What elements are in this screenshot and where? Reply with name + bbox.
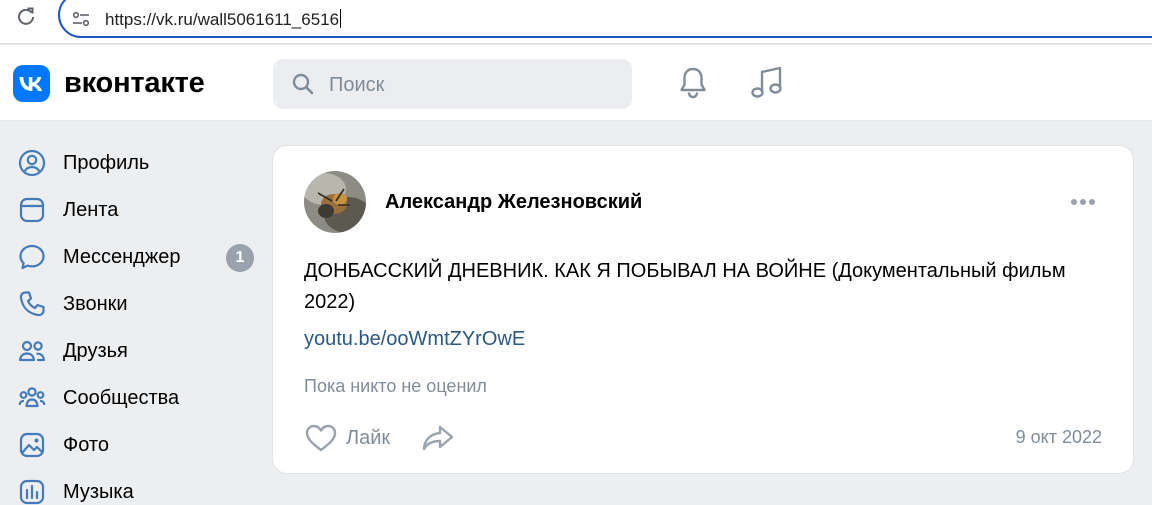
site-info-icon[interactable] [70, 8, 92, 30]
sidebar-item-label: Фото [63, 434, 109, 456]
post-date[interactable]: 9 окт 2022 [1016, 427, 1102, 448]
profile-icon [18, 149, 46, 177]
vk-logo[interactable]: вконтакте [13, 65, 205, 102]
feed-icon [19, 197, 45, 223]
post-text: ДОНБАССКИЙ ДНЕВНИК. КАК Я ПОБЫВАЛ НА ВОЙ… [304, 260, 1066, 313]
search-icon [292, 73, 314, 95]
sidebar-item-label: Звонки [63, 293, 128, 315]
brand-name: вконтакте [64, 67, 205, 99]
search-input[interactable]: Поиск [273, 59, 632, 109]
post-link[interactable]: youtu.be/ooWmtZYrOwE [304, 328, 525, 351]
wall-post: Александр Железновский ДОНБАССКИЙ ДНЕВНИ… [273, 146, 1133, 473]
music-icon [19, 479, 45, 505]
like-button[interactable]: Лайк [304, 421, 390, 455]
sidebar-item-messenger[interactable]: Мессенджер 1 [0, 236, 265, 276]
sidebar-item-label: Музыка [63, 481, 134, 503]
notifications-bell-icon[interactable] [677, 66, 709, 100]
unread-badge: 1 [226, 244, 254, 272]
post-author-name[interactable]: Александр Железновский [385, 191, 642, 214]
reactions-summary: Пока никто не оценил [304, 376, 487, 396]
address-bar[interactable]: https://vk.ru/wall5061611_6516 [58, 0, 1152, 38]
share-button[interactable] [421, 421, 457, 455]
search-placeholder: Поиск [329, 74, 385, 96]
heart-icon [305, 424, 337, 452]
share-icon [422, 425, 454, 451]
sidebar-item-music[interactable]: Музыка [0, 471, 265, 505]
sidebar-item-photo[interactable]: Фото [0, 424, 265, 464]
browser-toolbar: https://vk.ru/wall5061611_6516 [0, 0, 1152, 44]
sidebar-item-label: Сообщества [63, 387, 180, 409]
music-player-icon[interactable] [749, 65, 785, 101]
more-options-icon[interactable] [1068, 191, 1098, 213]
sidebar-item-friends[interactable]: Друзья [0, 330, 265, 370]
vk-logo-icon [13, 65, 50, 102]
like-label: Лайк [346, 426, 391, 449]
url-text[interactable]: https://vk.ru/wall5061611_6516 [105, 9, 341, 30]
sidebar-item-calls[interactable]: Звонки [0, 283, 265, 323]
sidebar-item-communities[interactable]: Сообщества [0, 377, 265, 417]
reload-icon[interactable] [14, 4, 38, 28]
photo-icon [19, 432, 45, 458]
friends-icon [18, 340, 46, 362]
site-header: вконтакте Поиск [0, 45, 1152, 121]
messenger-icon [19, 244, 45, 270]
sidebar-item-label: Лента [63, 199, 119, 221]
author-avatar[interactable] [304, 171, 366, 233]
sidebar-item-label: Профиль [63, 152, 150, 174]
phone-icon [19, 291, 45, 317]
sidebar-item-label: Мессенджер [63, 246, 181, 268]
sidebar-item-feed[interactable]: Лента [0, 189, 265, 229]
sidebar-item-profile[interactable]: Профиль [0, 142, 265, 182]
communities-icon [18, 387, 46, 408]
sidebar-item-label: Друзья [63, 340, 128, 362]
